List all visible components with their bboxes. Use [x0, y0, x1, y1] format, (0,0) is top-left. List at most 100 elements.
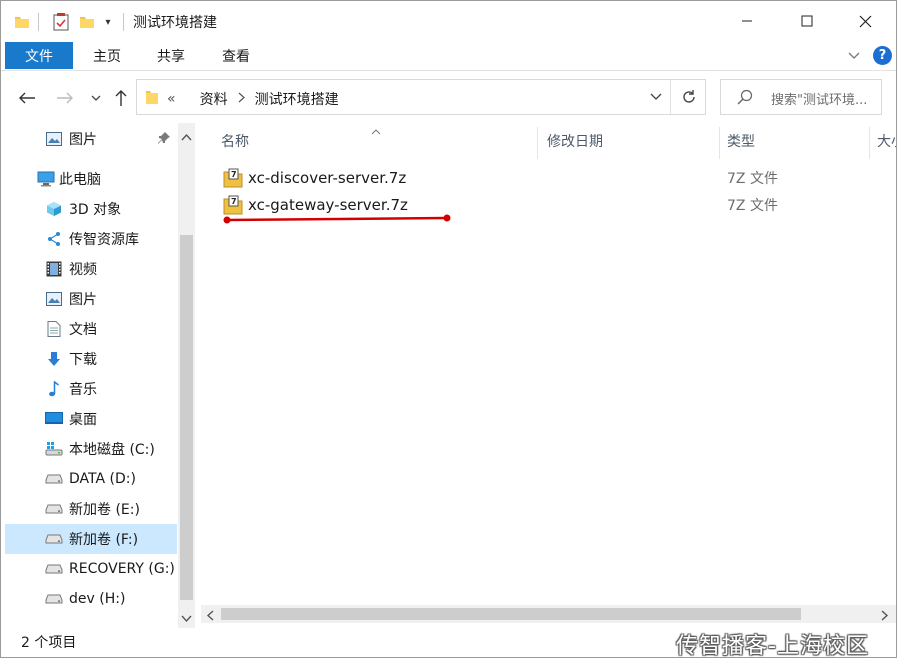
pictures-icon: [45, 290, 63, 308]
file-name: xc-discover-server.7z: [248, 169, 407, 187]
nav-item-pictures-pinned[interactable]: 图片: [5, 124, 177, 154]
tab-view[interactable]: 查看: [209, 42, 263, 69]
folder-icon: [13, 11, 31, 33]
properties-icon[interactable]: [51, 11, 71, 33]
back-arrow-icon[interactable]: [15, 87, 39, 109]
address-row: « 资料 测试环境搭建 搜索"测试环境...: [1, 71, 896, 123]
nav-item-drive-c[interactable]: 本地磁盘 (C:): [5, 434, 177, 464]
window-title: 测试环境搭建: [133, 15, 217, 31]
up-arrow-icon[interactable]: [109, 87, 133, 109]
documents-icon: [45, 320, 63, 338]
drive-icon: [45, 530, 63, 548]
nav-item-library[interactable]: 传智资源库: [5, 224, 177, 254]
breadcrumb-item-resources[interactable]: 资料: [200, 89, 228, 109]
nav-item-pictures[interactable]: 图片: [5, 284, 177, 314]
customize-quick-access-icon[interactable]: ▾: [101, 11, 115, 33]
nav-label: 桌面: [69, 412, 97, 428]
refresh-icon[interactable]: [670, 80, 706, 114]
svg-text:7: 7: [231, 197, 237, 206]
navpane-scrollbar[interactable]: [178, 123, 195, 628]
column-divider[interactable]: [869, 127, 870, 159]
nav-label: 下载: [69, 352, 97, 368]
column-header-name[interactable]: 名称: [221, 123, 541, 159]
chevron-up-icon[interactable]: [181, 129, 192, 145]
file-type: 7Z 文件: [727, 171, 778, 187]
search-icon: [737, 89, 753, 109]
file-list: 名称 修改日期 类型 大小 7 xc-discover-server.7z 7Z…: [201, 123, 896, 628]
nav-label: 图片: [69, 132, 97, 148]
nav-item-drive-f[interactable]: 新加卷 (F:): [5, 524, 177, 554]
nav-label: 新加卷 (F:): [69, 532, 139, 548]
tab-file[interactable]: 文件: [5, 42, 73, 69]
nav-item-desktop[interactable]: 桌面: [5, 404, 177, 434]
chevron-right-icon[interactable]: [238, 92, 245, 106]
new-folder-icon[interactable]: [78, 11, 96, 33]
nav-label: 此电脑: [59, 172, 101, 188]
svg-text:7: 7: [231, 170, 237, 179]
expand-ribbon-icon[interactable]: [847, 48, 861, 66]
file-row[interactable]: 7 xc-discover-server.7z 7Z 文件: [219, 165, 889, 191]
search-box[interactable]: 搜索"测试环境...: [720, 79, 882, 115]
file-type: 7Z 文件: [727, 198, 778, 214]
chevron-left-icon[interactable]: [206, 609, 214, 625]
column-header-type[interactable]: 类型: [727, 123, 867, 159]
pin-icon[interactable]: [157, 131, 171, 149]
column-divider[interactable]: [719, 127, 720, 159]
nav-item-drive-d[interactable]: DATA (D:): [5, 464, 177, 494]
address-history-dropdown-icon[interactable]: [642, 80, 670, 114]
nav-item-this-pc[interactable]: 此电脑: [5, 164, 177, 194]
status-bar: 2 个项目 传智播客-上海校区: [1, 628, 896, 657]
nav-item-downloads[interactable]: 下载: [5, 344, 177, 374]
forward-arrow-icon[interactable]: [53, 87, 77, 109]
scrollbar-thumb[interactable]: [221, 608, 801, 620]
nav-item-3d-objects[interactable]: 3D 对象: [5, 194, 177, 224]
recent-locations-icon[interactable]: [87, 87, 105, 109]
nav-label: DATA (D:): [69, 471, 136, 487]
7z-archive-icon: 7: [223, 168, 243, 192]
nav-label: 新加卷 (E:): [69, 502, 140, 518]
nav-label: RECOVERY (G:): [69, 561, 175, 577]
navigation-pane: 图片 此电脑 3D 对象 传智资源库 视频 图片 文档 下载 音乐 桌面 本地磁…: [5, 123, 195, 628]
breadcrumb-item-current[interactable]: 测试环境搭建: [255, 89, 339, 109]
drive-icon: [45, 560, 63, 578]
share-network-icon: [45, 230, 63, 248]
breadcrumb-overflow[interactable]: «: [167, 91, 176, 107]
watermark: 传智播客-上海校区: [676, 634, 869, 658]
address-bar[interactable]: « 资料 测试环境搭建: [136, 79, 706, 115]
separator: [123, 13, 124, 31]
nav-item-music[interactable]: 音乐: [5, 374, 177, 404]
drive-icon: [45, 470, 63, 488]
nav-item-drive-h[interactable]: dev (H:): [5, 584, 177, 614]
pictures-icon: [45, 130, 63, 148]
column-divider[interactable]: [537, 127, 538, 159]
maximize-button[interactable]: [777, 1, 837, 41]
chevron-right-icon[interactable]: [881, 609, 889, 625]
nav-item-drive-g[interactable]: RECOVERY (G:): [5, 554, 177, 584]
nav-item-videos[interactable]: 视频: [5, 254, 177, 284]
nav-item-documents[interactable]: 文档: [5, 314, 177, 344]
nav-label: 音乐: [69, 382, 97, 398]
tab-share[interactable]: 共享: [145, 42, 197, 69]
nav-item-drive-e[interactable]: 新加卷 (E:): [5, 494, 177, 524]
scrollbar-thumb[interactable]: [180, 235, 193, 600]
horizontal-scrollbar[interactable]: [201, 605, 896, 623]
nav-label: 图片: [69, 292, 97, 308]
search-input[interactable]: 搜索"测试环境...: [771, 89, 867, 108]
tab-home[interactable]: 主页: [81, 42, 133, 69]
computer-icon: [37, 170, 55, 188]
help-icon[interactable]: ?: [873, 46, 892, 65]
column-header-modified[interactable]: 修改日期: [547, 123, 717, 159]
minimize-button[interactable]: [717, 1, 777, 41]
folder-icon: [145, 89, 159, 109]
column-header-size[interactable]: 大小: [877, 123, 896, 159]
music-icon: [45, 380, 63, 398]
nav-label: 视频: [69, 262, 97, 278]
desktop-icon: [45, 410, 63, 428]
nav-label: 传智资源库: [69, 232, 139, 248]
nav-label: 3D 对象: [69, 202, 122, 218]
separator: [38, 13, 39, 31]
chevron-down-icon[interactable]: [181, 611, 192, 627]
drive-icon: [45, 590, 63, 608]
title-bar: ▾ 测试环境搭建: [1, 1, 896, 41]
close-button[interactable]: [835, 1, 895, 41]
